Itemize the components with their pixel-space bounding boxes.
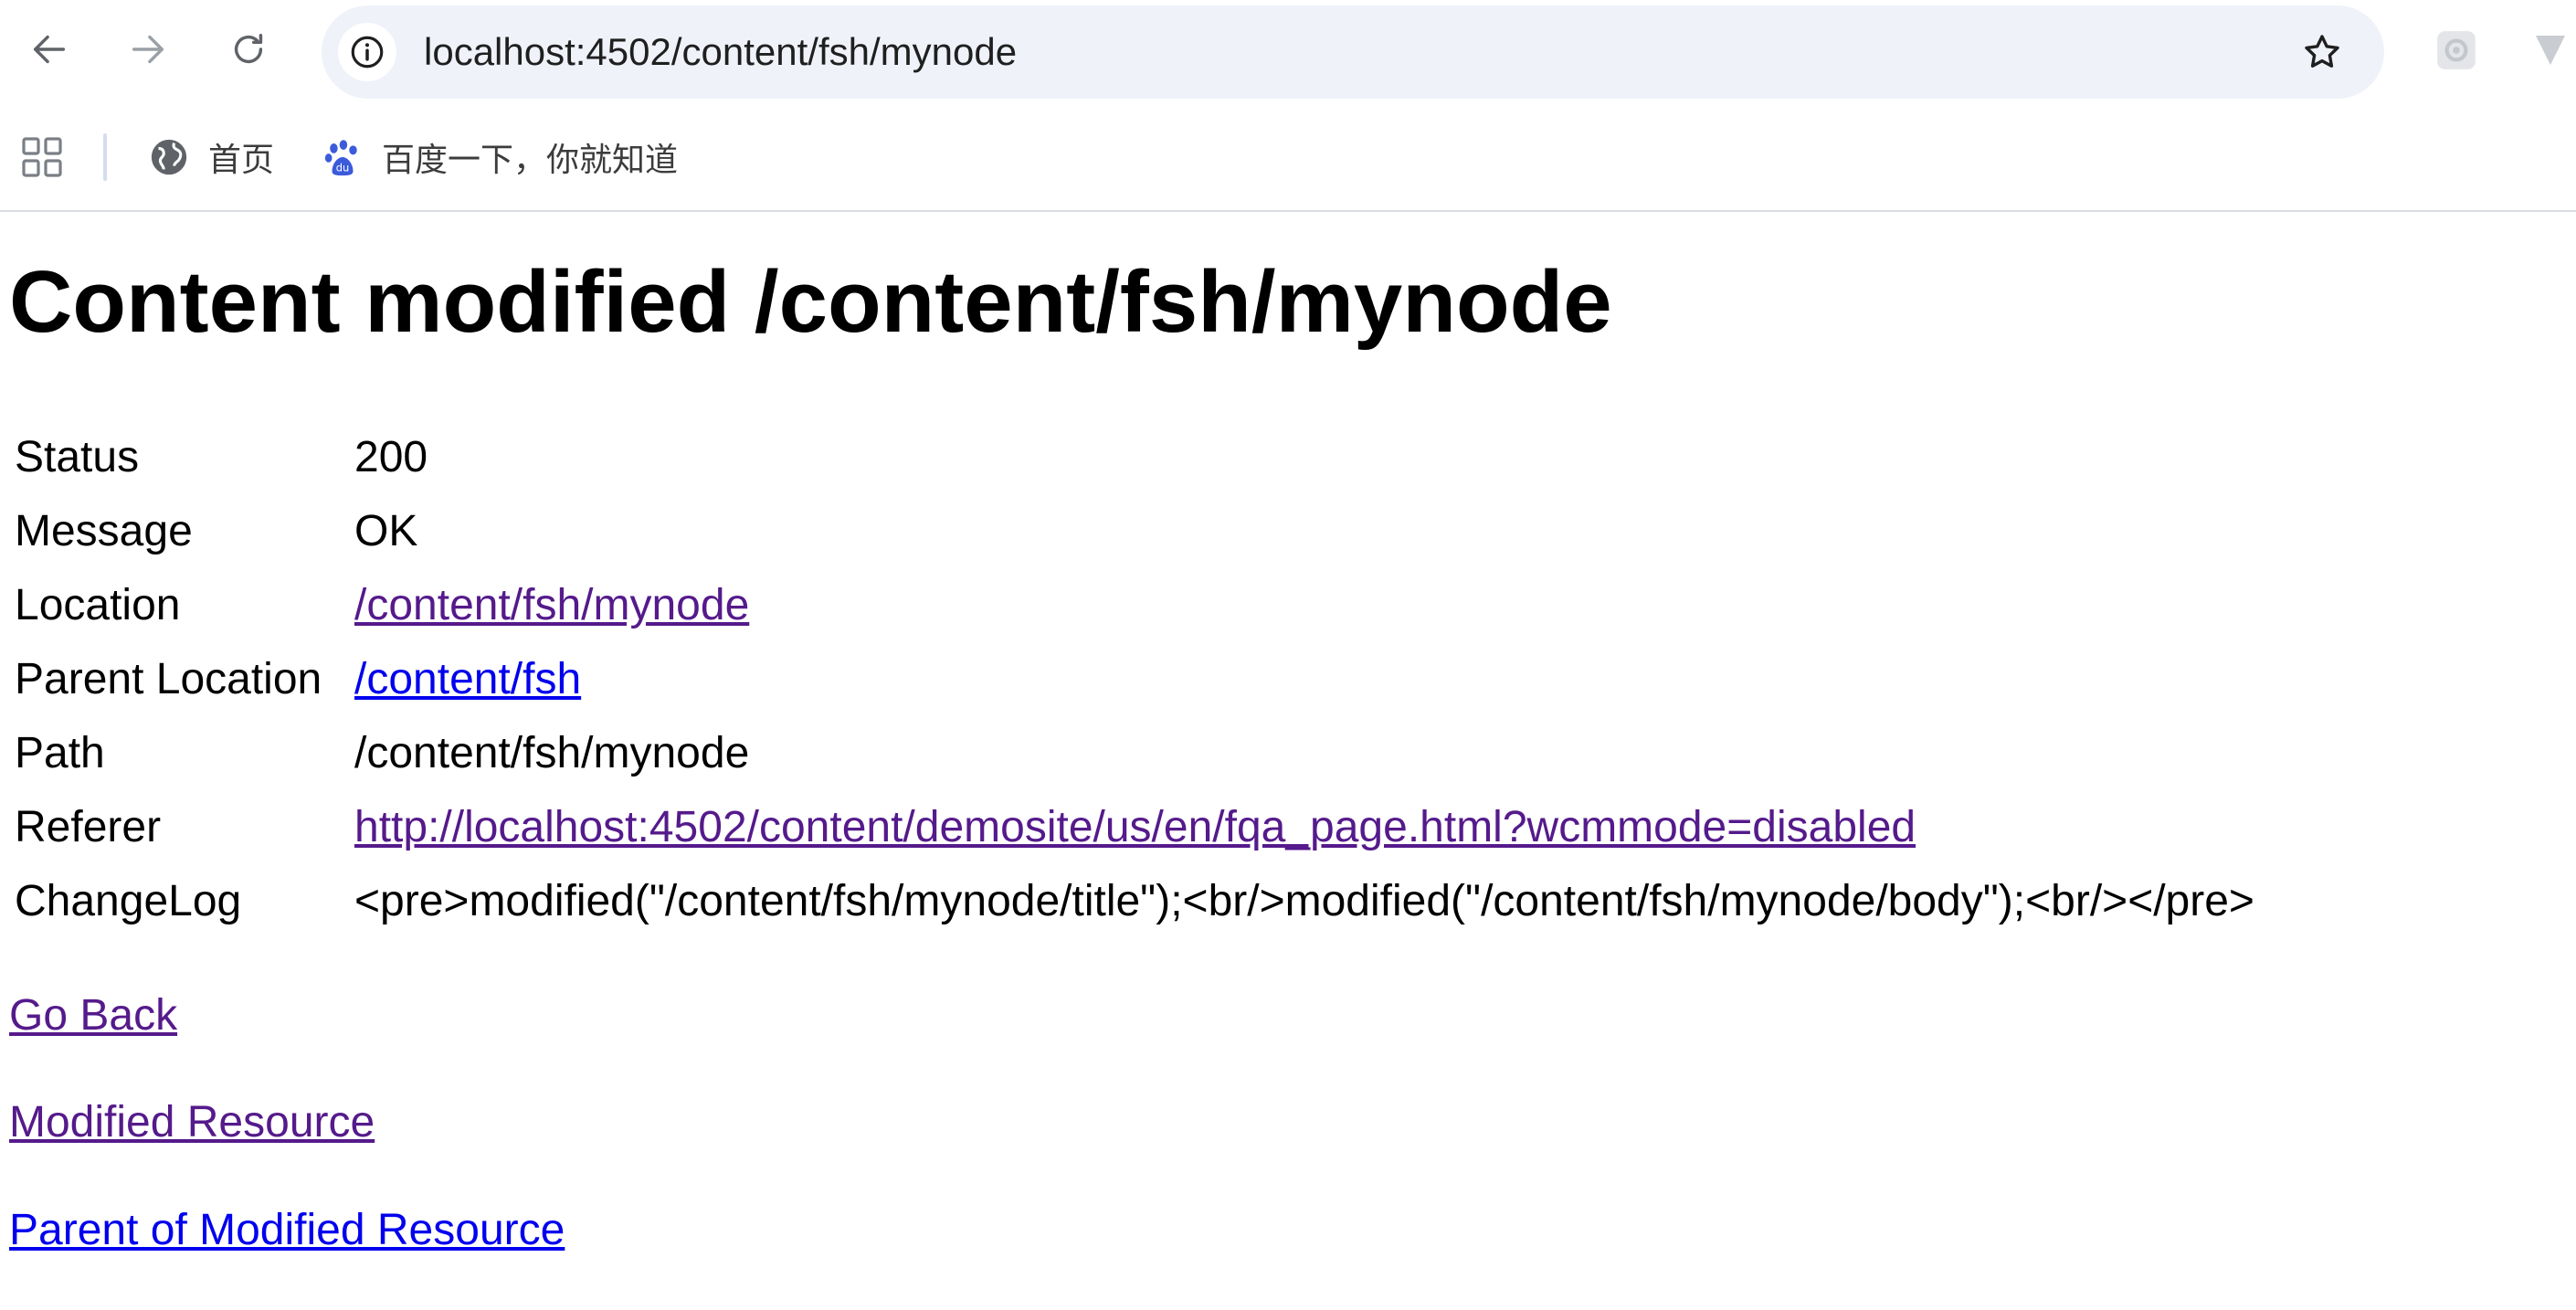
globe-icon bbox=[148, 136, 190, 178]
status-label: Status bbox=[15, 433, 140, 481]
bookmark-label: 首页 bbox=[208, 141, 275, 178]
apps-grid-icon[interactable] bbox=[20, 135, 64, 179]
table-row: Referer http://localhost:4502/content/de… bbox=[13, 790, 2256, 864]
table-row: Path /content/fsh/mynode bbox=[13, 716, 2256, 790]
path-value: /content/fsh/mynode bbox=[354, 729, 750, 777]
path-label: Path bbox=[15, 729, 105, 777]
table-row: Parent Location /content/fsh bbox=[13, 642, 2256, 716]
bookmark-label: 百度一下，你就知道 bbox=[382, 141, 679, 178]
arrow-left-icon bbox=[33, 35, 66, 64]
parent-location-link[interactable]: /content/fsh bbox=[354, 655, 581, 703]
response-info-table: Status 200 Message OK Location /content/… bbox=[9, 420, 2260, 938]
back-button[interactable] bbox=[20, 20, 79, 79]
table-row: Status 200 bbox=[13, 420, 2256, 494]
baidu-paw-icon: du bbox=[322, 136, 364, 178]
bookmark-home[interactable]: 首页 bbox=[148, 132, 274, 183]
bookmark-baidu[interactable]: du 百度一下，你就知道 bbox=[322, 132, 678, 183]
site-info-button[interactable] bbox=[338, 23, 396, 81]
referer-label: Referer bbox=[15, 803, 162, 851]
extension-button[interactable] bbox=[2433, 27, 2479, 73]
svg-text:du: du bbox=[336, 161, 350, 174]
table-row: ChangeLog <pre>modified("/content/fsh/my… bbox=[13, 864, 2256, 938]
arrow-right-icon bbox=[132, 35, 164, 64]
status-value: 200 bbox=[354, 433, 428, 481]
address-bar[interactable]: localhost:4502/content/fsh/mynode bbox=[322, 5, 2384, 99]
go-back-link[interactable]: Go Back bbox=[9, 988, 177, 1043]
info-icon bbox=[351, 36, 384, 69]
reload-button[interactable] bbox=[219, 20, 278, 79]
bookmarks-bar: 首页 du 百度一下，你就知道 bbox=[0, 108, 2576, 212]
location-label: Location bbox=[15, 581, 181, 629]
star-icon bbox=[2305, 35, 2339, 68]
profile-menu-button[interactable] bbox=[2532, 27, 2569, 73]
changelog-label: ChangeLog bbox=[15, 877, 242, 925]
bookmark-star-button[interactable] bbox=[2296, 26, 2348, 78]
chevron-down-icon bbox=[2536, 36, 2565, 65]
page-title: Content modified /content/fsh/mynode bbox=[9, 253, 1612, 351]
table-row: Location /content/fsh/mynode bbox=[13, 568, 2256, 642]
changelog-value: <pre>modified("/content/fsh/mynode/title… bbox=[354, 877, 2254, 925]
parent-location-label: Parent Location bbox=[15, 655, 322, 703]
message-label: Message bbox=[15, 507, 193, 555]
referer-link[interactable]: http://localhost:4502/content/demosite/u… bbox=[354, 803, 1916, 851]
parent-of-modified-resource-link[interactable]: Parent of Modified Resource bbox=[9, 1203, 565, 1258]
url-text[interactable]: localhost:4502/content/fsh/mynode bbox=[424, 29, 1017, 75]
location-link[interactable]: /content/fsh/mynode bbox=[354, 581, 749, 629]
reload-icon bbox=[234, 33, 263, 64]
bookmarks-separator bbox=[103, 133, 107, 181]
extension-gear-icon bbox=[2437, 31, 2476, 69]
message-value: OK bbox=[354, 507, 418, 555]
modified-resource-link[interactable]: Modified Resource bbox=[9, 1095, 375, 1150]
browser-toolbar: localhost:4502/content/fsh/mynode bbox=[0, 0, 2576, 108]
table-row: Message OK bbox=[13, 494, 2256, 568]
forward-button[interactable] bbox=[119, 20, 177, 79]
